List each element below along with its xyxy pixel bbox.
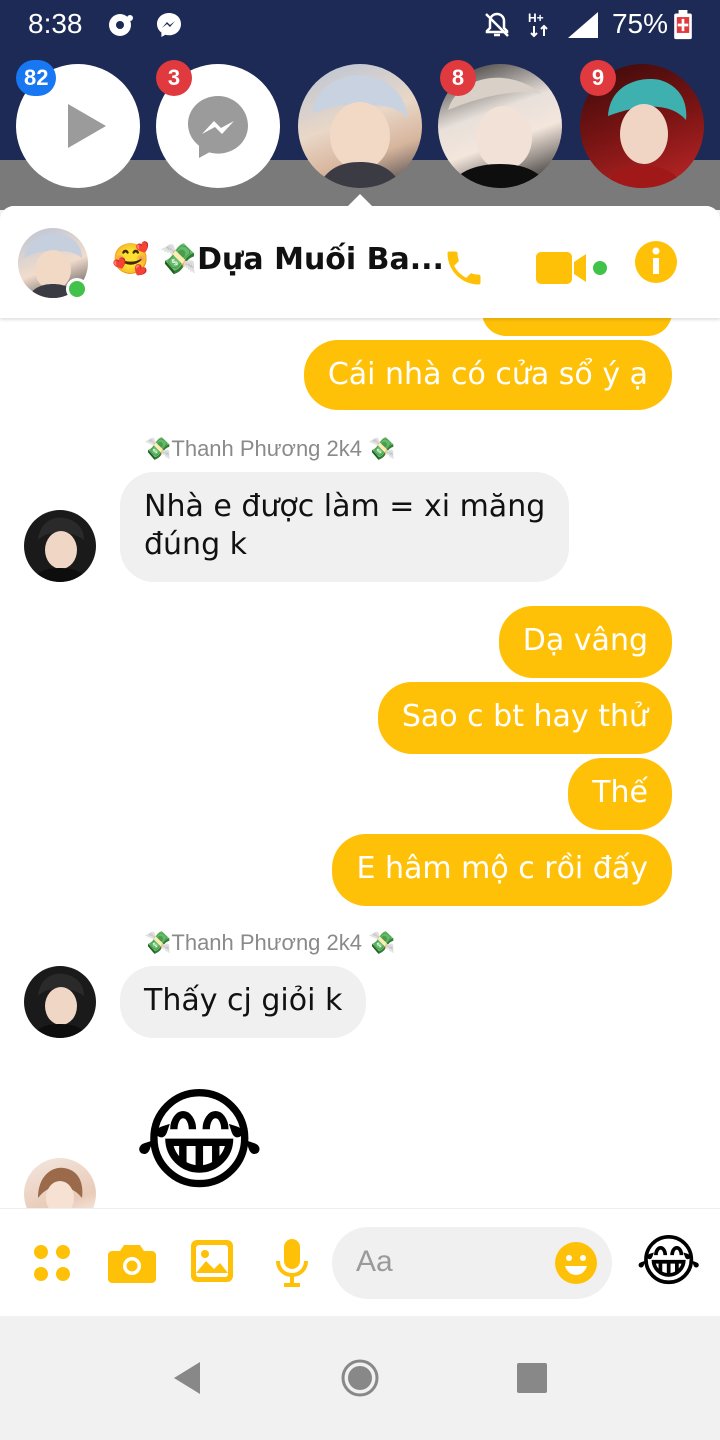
signal-data-icon: H+ xyxy=(528,11,548,38)
chat-head-badge: 8 xyxy=(440,60,476,96)
message-list: Cái nhà có cửa sổ ý ạ 💸Thanh Phương 2k4 … xyxy=(0,318,720,1208)
emoji-picker-icon[interactable] xyxy=(554,1241,598,1285)
message-bubble-incoming[interactable]: Thấy cj giỏi k xyxy=(120,966,367,1038)
info-icon[interactable] xyxy=(634,240,678,284)
chat-head-badge: 82 xyxy=(16,60,57,96)
message-text: đúng k xyxy=(144,527,248,562)
messenger-notification-icon xyxy=(157,13,181,37)
microphone-icon[interactable] xyxy=(274,1237,310,1289)
battery-level: 75% xyxy=(611,8,668,39)
seen-avatar xyxy=(24,1158,96,1208)
message-bubble-outgoing[interactable]: Cái nhà có cửa sổ ý ạ xyxy=(303,340,672,410)
battery-icon xyxy=(674,10,692,40)
message-text: Thấy cj giỏi k xyxy=(144,983,343,1018)
message-text: Nhà e được làm = xi măng xyxy=(144,489,546,524)
message-bubble-partial[interactable] xyxy=(482,318,672,336)
message-text: Thế xyxy=(592,775,648,810)
contact-photo xyxy=(32,973,88,1038)
video-camera-icon[interactable] xyxy=(536,246,610,290)
active-contact-chat-head[interactable] xyxy=(298,64,422,188)
message-bubble-outgoing[interactable]: E hâm mộ c rồi đấy xyxy=(332,834,672,906)
status-time: 8:38 xyxy=(28,8,83,39)
phone-icon[interactable] xyxy=(442,246,486,290)
message-text: Cái nhà có cửa sổ ý ạ xyxy=(327,357,648,392)
quick-reaction-button[interactable]: 😂 xyxy=(636,1225,701,1299)
silent-icon xyxy=(485,12,509,37)
emoji-message[interactable]: 😂 xyxy=(134,1076,265,1206)
message-composer: Aa 😂 xyxy=(0,1208,720,1316)
sender-avatar[interactable] xyxy=(24,966,96,1038)
camera-icon[interactable] xyxy=(108,1241,156,1285)
svg-text:H+: H+ xyxy=(528,11,544,25)
chat-head-badge: 3 xyxy=(156,60,192,96)
message-bubble-outgoing[interactable]: Dạ vâng xyxy=(498,606,672,678)
message-text: E hâm mộ c rồi đấy xyxy=(356,851,648,886)
contact-photo xyxy=(38,1167,83,1208)
sender-name: 💸Thanh Phương 2k4 💸 xyxy=(144,436,396,461)
sender-name: 💸Thanh Phương 2k4 💸 xyxy=(144,930,396,955)
cell-signal-icon xyxy=(568,12,598,38)
message-bubble-outgoing[interactable]: Thế xyxy=(568,758,672,830)
message-bubble-outgoing[interactable]: Sao c bt hay thử xyxy=(377,682,672,754)
back-icon[interactable] xyxy=(170,1360,204,1396)
message-text: Dạ vâng xyxy=(522,623,648,658)
message-input[interactable]: Aa xyxy=(332,1227,612,1299)
message-text: Sao c bt hay thử xyxy=(401,699,648,734)
recents-icon[interactable] xyxy=(516,1362,548,1394)
chat-panel: 🥰 💸Dựa Muối Ba... Cái nhà có cửa sổ ý ạ … xyxy=(0,206,720,1316)
input-placeholder: Aa xyxy=(356,1245,393,1278)
message-bubble-incoming[interactable]: Nhà e được làm = xi măng đúng k xyxy=(120,472,570,582)
chat-head-badge: 9 xyxy=(580,60,616,96)
status-bar: 8:38 H+ 75% xyxy=(0,0,720,52)
home-icon[interactable] xyxy=(340,1358,380,1398)
gallery-icon[interactable] xyxy=(190,1239,234,1283)
system-navigation-bar xyxy=(0,1316,720,1440)
conversation-title[interactable]: 🥰 💸Dựa Muối Ba... xyxy=(112,242,444,277)
sender-avatar[interactable] xyxy=(24,510,96,582)
contact-photo xyxy=(312,75,408,188)
online-indicator xyxy=(66,278,88,300)
contact-photo xyxy=(32,517,88,582)
apps-icon[interactable] xyxy=(32,1243,72,1283)
chat-header: 🥰 💸Dựa Muối Ba... xyxy=(0,206,720,318)
notification-icon xyxy=(109,14,133,36)
